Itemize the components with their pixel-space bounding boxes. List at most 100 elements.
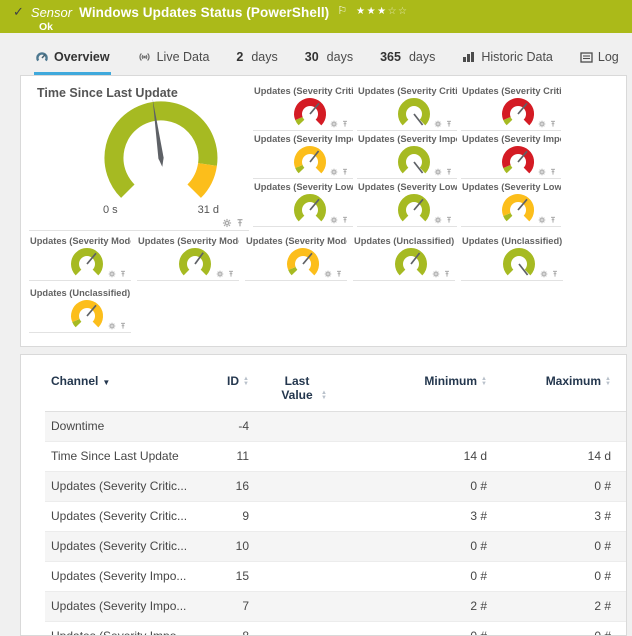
tab-2-days[interactable]: 2days (235, 50, 278, 75)
column-header-id[interactable]: ID▲▼ (195, 368, 255, 412)
gear-icon[interactable] (324, 270, 332, 278)
star-empty-icon[interactable]: ☆ (388, 6, 398, 17)
pin-icon[interactable] (341, 168, 349, 176)
gauge-dial (64, 298, 110, 330)
gear-icon[interactable] (540, 270, 548, 278)
gauge-cell[interactable]: Updates (Severity Moderate) I... (137, 233, 239, 281)
cell-actions[interactable] (617, 442, 627, 472)
gauge-cell[interactable]: Updates (Severity Critical) Hi... (253, 83, 353, 131)
cell-max (493, 412, 617, 442)
object-kind-label: Sensor (31, 5, 72, 20)
gauge-cell[interactable]: Updates (Severity Low) Install... (357, 179, 457, 227)
gauge-cell[interactable]: Updates (Severity Important) ... (253, 131, 353, 179)
gauge-title: Updates (Severity Critical) Ins... (357, 83, 457, 96)
pin-icon[interactable] (443, 270, 451, 278)
gauge-dial (495, 96, 541, 128)
gauge-cell[interactable]: Updates (Unclassified) Missing (29, 285, 131, 333)
pin-icon[interactable] (341, 216, 349, 224)
gauge-dial (495, 144, 541, 176)
pin-icon[interactable] (549, 216, 557, 224)
cell-actions[interactable] (617, 622, 627, 636)
gauge-cell[interactable]: Updates (Severity Moderate) ... (29, 233, 131, 281)
table-row[interactable]: Updates (Severity Critic...100 #0 # (45, 532, 627, 562)
flag-icon[interactable]: ⚐ (337, 4, 347, 17)
pin-icon[interactable] (445, 216, 453, 224)
pin-icon[interactable] (549, 168, 557, 176)
gauge-cell[interactable]: Updates (Unclassified) Install... (461, 233, 563, 281)
gear-icon[interactable] (108, 322, 116, 330)
cell-min: 0 # (349, 472, 493, 502)
gear-icon[interactable] (330, 168, 338, 176)
pin-icon[interactable] (341, 120, 349, 128)
pin-icon[interactable] (549, 120, 557, 128)
table-row[interactable]: Updates (Severity Impo...150 #0 # (45, 562, 627, 592)
gauge-cell[interactable]: Updates (Severity Critical) Ins... (357, 83, 457, 131)
pin-icon[interactable] (445, 120, 453, 128)
gear-icon[interactable] (330, 120, 338, 128)
pin-icon[interactable] (445, 168, 453, 176)
gauge-dial (64, 246, 110, 278)
gauge-cell[interactable]: Updates (Severity Important) ... (357, 131, 457, 179)
cell-actions[interactable] (617, 532, 627, 562)
gauge-cell[interactable]: Updates (Severity Critical) Mi... (461, 83, 561, 131)
pin-icon[interactable] (227, 270, 235, 278)
cell-min: 2 # (349, 592, 493, 622)
cell-channel: Updates (Severity Critic... (45, 532, 195, 562)
gear-icon[interactable] (434, 168, 442, 176)
star-filled-icon[interactable]: ★ (356, 6, 366, 17)
cell-last (255, 442, 349, 472)
pin-icon[interactable] (335, 270, 343, 278)
tab-number: 365 (380, 50, 401, 64)
table-row[interactable]: Updates (Severity Critic...160 #0 # (45, 472, 627, 502)
tab-365-days[interactable]: 365days (379, 50, 436, 75)
star-filled-icon[interactable]: ★ (377, 6, 387, 17)
channel-table: Channel▼ID▲▼Last Value▲▼Minimum▲▼Maximum… (45, 368, 627, 636)
gear-icon[interactable] (538, 120, 546, 128)
cell-actions[interactable] (617, 412, 627, 442)
tab-overview[interactable]: Overview (34, 50, 111, 75)
gauge-cell[interactable]: Updates (Severity Important) ... (461, 131, 561, 179)
pin-icon[interactable] (235, 218, 245, 228)
pin-icon[interactable] (119, 270, 127, 278)
star-rating[interactable]: ★★★☆☆ (356, 6, 408, 17)
gauge-cell-time-since-last-update[interactable]: Time Since Last Update0 s31 d (29, 81, 249, 231)
gauge-cell[interactable]: Updates (Unclassified) Hidden (353, 233, 455, 281)
column-header-min[interactable]: Minimum▲▼ (349, 368, 493, 412)
gauge-cell[interactable]: Updates (Severity Low) Missi... (461, 179, 561, 227)
star-filled-icon[interactable]: ★ (367, 6, 377, 17)
tab-historic-data[interactable]: Historic Data (461, 50, 554, 75)
cell-actions[interactable] (617, 472, 627, 502)
cell-channel: Updates (Severity Critic... (45, 472, 195, 502)
tab-30-days[interactable]: 30days (304, 50, 354, 75)
gear-icon[interactable] (434, 216, 442, 224)
table-row[interactable]: Updates (Severity Impo...80 #0 # (45, 622, 627, 636)
gear-icon[interactable] (434, 120, 442, 128)
cell-actions[interactable] (617, 502, 627, 532)
column-header-channel[interactable]: Channel▼ (45, 368, 195, 412)
gear-icon[interactable] (222, 218, 232, 228)
gear-icon[interactable] (216, 270, 224, 278)
gauge-cell[interactable]: Updates (Severity Moderate)... (245, 233, 347, 281)
pin-icon[interactable] (551, 270, 559, 278)
gear-icon[interactable] (108, 270, 116, 278)
column-header-last[interactable]: Last Value▲▼ (255, 368, 349, 412)
table-row[interactable]: Downtime-4 (45, 412, 627, 442)
pin-icon[interactable] (119, 322, 127, 330)
cell-actions[interactable] (617, 562, 627, 592)
gear-icon[interactable] (538, 168, 546, 176)
gauge-cell[interactable]: Updates (Severity Low) Hidden (253, 179, 353, 227)
table-row[interactable]: Time Since Last Update1114 d14 d (45, 442, 627, 472)
gear-icon[interactable] (432, 270, 440, 278)
tab-log[interactable]: Log (579, 50, 620, 75)
gauge-title: Updates (Unclassified) Missing (29, 285, 131, 298)
gauge-dial (496, 246, 542, 278)
star-empty-icon[interactable]: ☆ (398, 6, 408, 17)
table-row[interactable]: Updates (Severity Critic...93 #3 # (45, 502, 627, 532)
column-header-max[interactable]: Maximum▲▼ (493, 368, 617, 412)
gear-icon[interactable] (538, 216, 546, 224)
cell-actions[interactable] (617, 592, 627, 622)
tab-live-data[interactable]: Live Data (136, 50, 211, 75)
gauge-dial (81, 94, 241, 212)
gear-icon[interactable] (330, 216, 338, 224)
table-row[interactable]: Updates (Severity Impo...72 #2 # (45, 592, 627, 622)
